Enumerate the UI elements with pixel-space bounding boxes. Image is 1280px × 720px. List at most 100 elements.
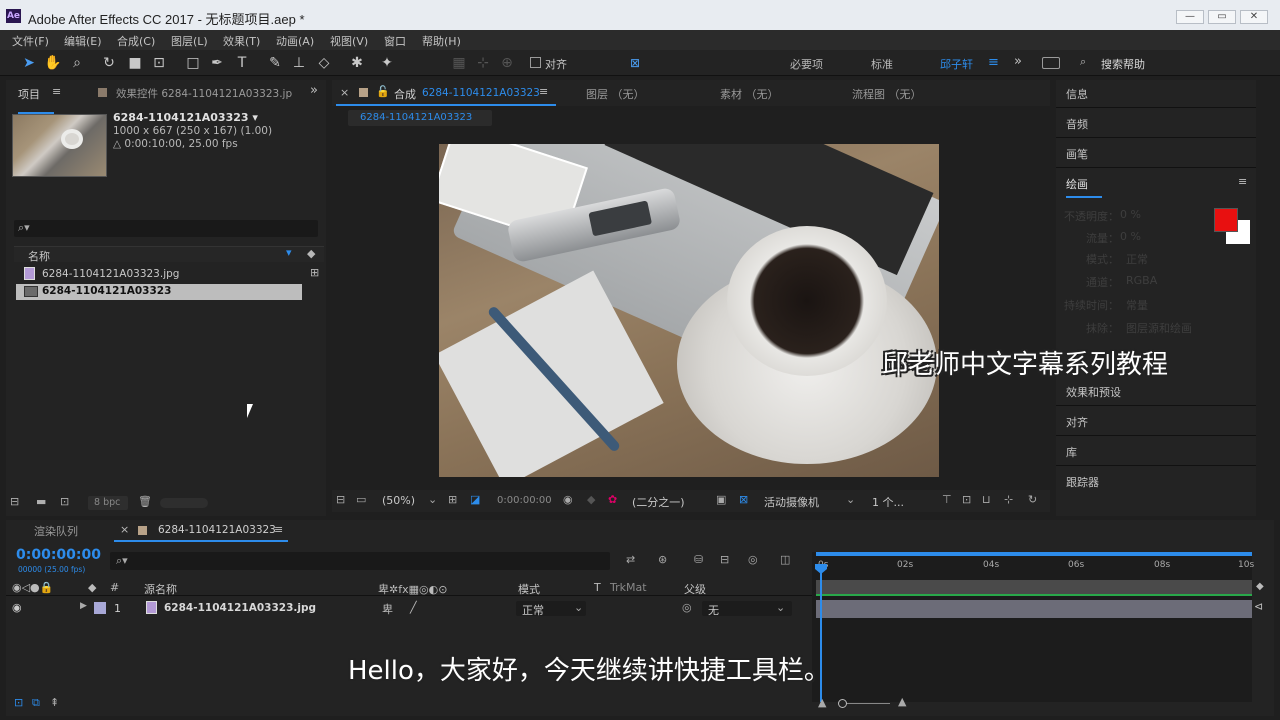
axis-mode-icon[interactable]: ▦	[450, 54, 468, 72]
pan-behind-tool-icon[interactable]: ⊡	[150, 54, 168, 72]
menu-window[interactable]: 窗口	[384, 33, 406, 49]
safe-margins-icon[interactable]: ⊞	[448, 493, 457, 506]
snap-checkbox[interactable]	[530, 57, 541, 68]
opacity-value[interactable]: 0 %	[1120, 208, 1141, 221]
parent-pickwhip-icon[interactable]: ◎	[682, 601, 692, 614]
tab-render-queue[interactable]: 渲染队列	[34, 523, 78, 539]
brushes-row[interactable]: 画笔	[1056, 140, 1256, 168]
view-axis-icon[interactable]: ⊕	[498, 54, 516, 72]
zoom-slider-track[interactable]	[840, 703, 890, 704]
maximize-button[interactable]: ▭	[1208, 10, 1236, 24]
column-mode[interactable]: 模式	[518, 581, 540, 597]
project-search-input[interactable]: ⌕▾	[14, 220, 318, 237]
draft-3d-icon[interactable]: ⊛	[658, 553, 667, 566]
layer-duration-bar[interactable]	[816, 600, 1252, 618]
menu-file[interactable]: 文件(F)	[12, 33, 49, 49]
layer-mode-dropdown[interactable]: 正常 ⌄	[516, 601, 586, 617]
comp-lock-icon[interactable]: 🔓	[376, 85, 390, 98]
resolution-dropdown[interactable]: (二分之一)	[632, 494, 685, 510]
menu-composition[interactable]: 合成(C)	[117, 33, 155, 49]
project-menu-icon[interactable]: ≡	[52, 85, 61, 98]
menu-view[interactable]: 视图(V)	[330, 33, 368, 49]
motion-blur-icon[interactable]: ◎	[748, 553, 758, 566]
current-time[interactable]: 0:00:00:00	[497, 495, 552, 506]
layer-shy-switch-icon[interactable]: 卑	[382, 601, 393, 617]
close-timeline-tab-icon[interactable]: ×	[120, 523, 129, 536]
type-tool-icon[interactable]: T	[233, 54, 251, 72]
always-preview-icon[interactable]: ⊟	[336, 493, 345, 506]
effects-presets-row[interactable]: 效果和预设	[1056, 378, 1256, 406]
close-comp-tab-icon[interactable]: ×	[340, 86, 349, 99]
hide-shy-layers-icon[interactable]: ⛁	[694, 553, 703, 566]
tracker-row[interactable]: 跟踪器	[1056, 468, 1256, 496]
foreground-color-swatch[interactable]	[1214, 208, 1238, 232]
delete-icon[interactable]: 🗑	[138, 495, 152, 508]
comp-subtab[interactable]: 6284-1104121A03323	[348, 110, 492, 126]
thumbnail-size-slider[interactable]	[160, 498, 208, 508]
pen-tool-icon[interactable]: ✒	[208, 54, 226, 72]
tab-layer[interactable]: 图层 （无）	[586, 86, 645, 102]
menu-edit[interactable]: 编辑(E)	[64, 33, 102, 49]
zoom-slider-thumb[interactable]	[838, 699, 847, 708]
layer-quality-switch-icon[interactable]: ╱	[410, 601, 417, 614]
tab-timeline-comp[interactable]: 6284-1104121A03323	[158, 524, 276, 536]
column-parent[interactable]: 父级	[684, 581, 706, 597]
channels-icon[interactable]: ✿	[608, 493, 617, 506]
world-axis-icon[interactable]: ⊹	[474, 54, 492, 72]
audio-row[interactable]: 音频	[1056, 110, 1256, 138]
layer-label-color[interactable]	[94, 602, 106, 614]
tab-project[interactable]: 项目	[18, 86, 40, 102]
flow-value[interactable]: 0 %	[1120, 230, 1141, 243]
layer-out-point-icon[interactable]: ⊲	[1254, 600, 1263, 613]
workspace-essentials[interactable]: 必要项	[790, 56, 823, 72]
roto-brush-tool-icon[interactable]: ✱	[348, 54, 366, 72]
timeline-icon[interactable]: ⊔	[982, 493, 991, 506]
column-source-name[interactable]: 源名称	[144, 581, 177, 597]
layer-parent-dropdown[interactable]: 无 ⌄	[702, 601, 792, 617]
playhead-handle[interactable]	[815, 564, 827, 574]
composition-viewer-image[interactable]	[439, 144, 939, 477]
duration-value[interactable]: 常量	[1126, 297, 1148, 313]
mode-value[interactable]: 正常	[1126, 251, 1148, 267]
region-of-interest-icon[interactable]: ▣	[716, 493, 726, 506]
composition-mini-flowchart-icon[interactable]: ⇄	[626, 553, 635, 566]
erase-value[interactable]: 图层源和绘画	[1126, 320, 1192, 336]
rotate-tool-icon[interactable]: ↻	[100, 54, 118, 72]
work-area-bar[interactable]	[816, 552, 1252, 556]
tab-comp-prefix[interactable]: 合成	[394, 86, 416, 102]
column-trkmat[interactable]: TrkMat	[610, 581, 647, 594]
item-name[interactable]: 6284-1104121A03323 ▾	[113, 111, 258, 124]
info-row[interactable]: 信息	[1056, 80, 1256, 108]
interpret-footage-icon[interactable]: ⊟	[10, 495, 19, 508]
brush-tool-icon[interactable]: ✎	[266, 54, 284, 72]
zoom-out-icon[interactable]: ▲	[818, 696, 826, 709]
fast-previews-icon[interactable]: ⊡	[962, 493, 971, 506]
zoom-dropdown[interactable]: (50%)	[382, 494, 415, 507]
puppet-tool-icon[interactable]: ✦	[378, 54, 396, 72]
panel-overflow-icon[interactable]: »	[310, 83, 318, 98]
transparency-grid-icon[interactable]: ⊠	[739, 493, 748, 506]
frame-blending-icon[interactable]: ⊟	[720, 553, 729, 566]
minimize-button[interactable]: —	[1176, 10, 1204, 24]
camera-dropdown-arrow-icon[interactable]: ⌄	[846, 493, 855, 506]
menu-effect[interactable]: 效果(T)	[223, 33, 260, 49]
tab-comp-name[interactable]: 6284-1104121A03323	[422, 87, 540, 99]
monitor-icon[interactable]: ▭	[356, 493, 366, 506]
mask-visibility-icon[interactable]: ◪	[470, 493, 480, 506]
channels-value[interactable]: RGBA	[1126, 274, 1157, 287]
comp-flowchart-icon[interactable]: ⊹	[1004, 493, 1013, 506]
layer-visibility-icon[interactable]: ◉	[12, 601, 22, 614]
search-help-input[interactable]: 搜索帮助	[1101, 56, 1145, 72]
clone-stamp-tool-icon[interactable]: ⊥	[290, 54, 308, 72]
project-item-row[interactable]: 6284-1104121A03323.jpg	[16, 266, 312, 284]
search-help-icon[interactable]: ⌕	[1080, 55, 1086, 69]
graph-editor-icon[interactable]: ◫	[780, 553, 790, 566]
toggle-in-out-icon[interactable]: ⇞	[50, 696, 59, 709]
align-row[interactable]: 对齐	[1056, 408, 1256, 436]
timeline-menu-icon[interactable]: ≡	[274, 523, 283, 536]
hand-tool-icon[interactable]: ✋	[44, 54, 62, 72]
column-name[interactable]: 名称	[28, 248, 50, 264]
timeline-graph-area[interactable]: 0s 02s 04s 06s 08s 10s	[812, 552, 1254, 702]
comp-menu-icon[interactable]: ≡	[539, 85, 548, 98]
eraser-tool-icon[interactable]: ◇	[315, 54, 333, 72]
